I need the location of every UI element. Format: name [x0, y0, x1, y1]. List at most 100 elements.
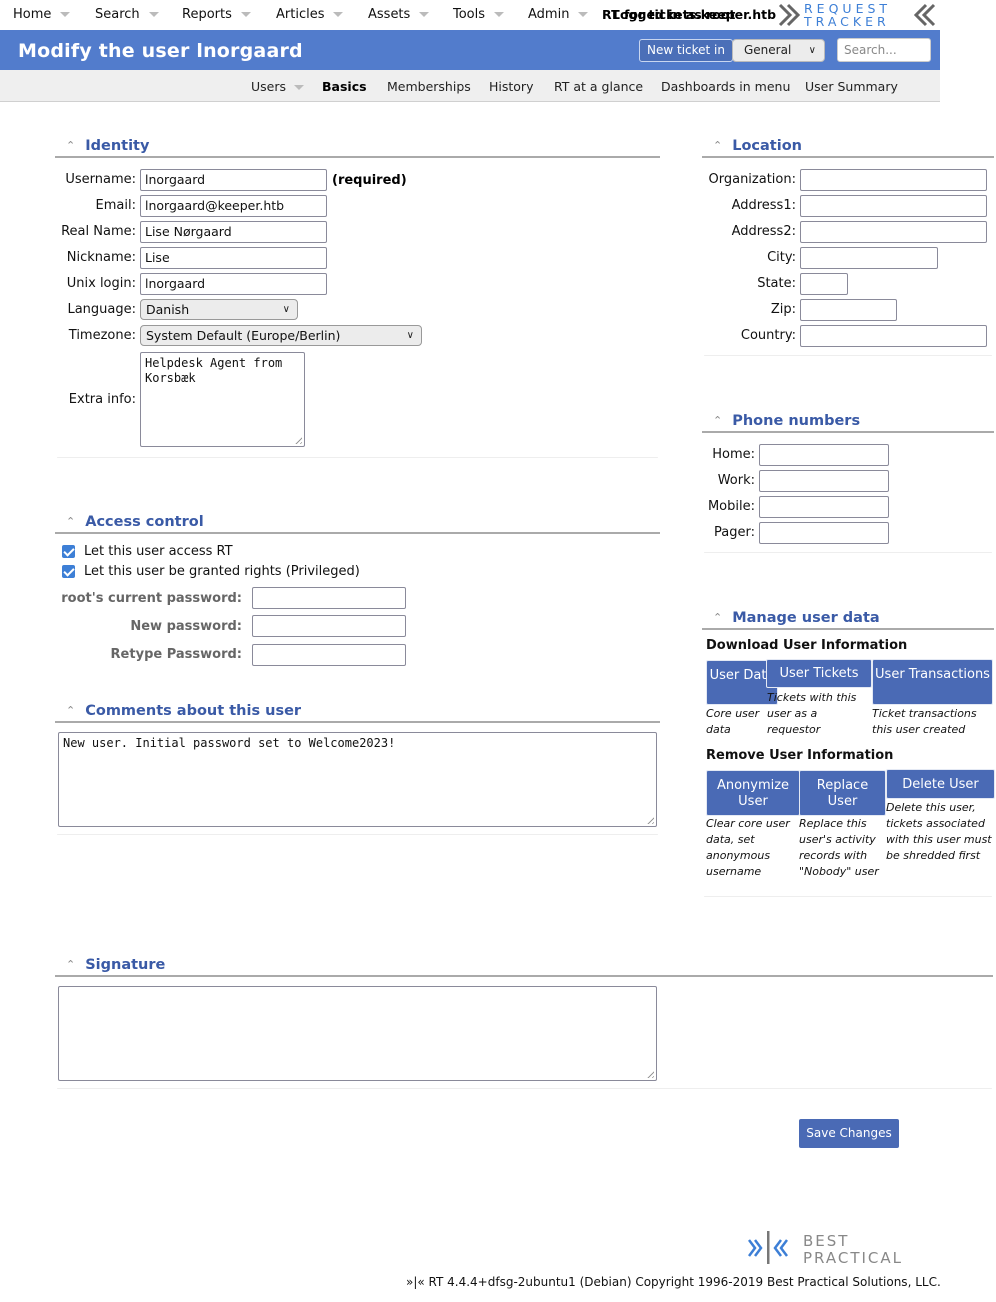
city-field[interactable] [800, 247, 938, 269]
divider [704, 896, 992, 897]
retype-password-label: Retype Password: [110, 647, 242, 662]
user-transactions-button[interactable]: User Transactions [872, 659, 993, 705]
realname-field[interactable]: Lise Nørgaard [140, 221, 327, 243]
section-title-text: Location [732, 138, 802, 154]
collapse-icon[interactable]: ⌃ [66, 515, 75, 528]
menu-tools[interactable]: Tools [453, 7, 505, 22]
username-field[interactable]: lnorgaard [140, 169, 327, 191]
required-note: (required) [332, 173, 407, 188]
resize-grip-icon[interactable] [293, 435, 302, 444]
search-input[interactable]: Search... [837, 38, 931, 62]
menu-admin[interactable]: Admin [528, 7, 589, 22]
tab-rt-at-a-glance[interactable]: RT at a glance [554, 79, 643, 94]
organization-field[interactable] [800, 169, 987, 191]
footer-copyright: »|« RT 4.4.4+dfsg-2ubuntu1 (Debian) Copy… [406, 1275, 941, 1289]
new-ticket-button[interactable]: New ticket in [639, 39, 733, 62]
section-title-text: Signature [85, 957, 166, 973]
collapse-icon[interactable]: ⌃ [713, 611, 722, 624]
resize-grip-icon[interactable] [645, 815, 654, 824]
divider [702, 156, 994, 158]
menu-label: Home [13, 7, 52, 22]
identity-section-title[interactable]: ⌃ Identity [66, 138, 149, 154]
address2-field[interactable] [800, 221, 987, 243]
tab-basics[interactable]: Basics [322, 79, 367, 94]
chevron-down-icon: ∨ [282, 304, 290, 315]
pager-field[interactable] [759, 522, 889, 544]
menu-reports[interactable]: Reports [182, 7, 251, 22]
logged-in-as[interactable]: Logged in as root [612, 7, 735, 22]
mobile-phone-field[interactable] [759, 496, 889, 518]
comments-textarea[interactable]: New user. Initial password set to Welcom… [58, 732, 657, 827]
tab-history[interactable]: History [489, 79, 533, 94]
username-label: Username: [65, 172, 136, 187]
replace-user-button[interactable]: Replace User [799, 770, 886, 816]
location-section-title[interactable]: ⌃ Location [713, 138, 802, 154]
unixlogin-field[interactable]: lnorgaard [140, 273, 327, 295]
comments-section-title[interactable]: ⌃ Comments about this user [66, 703, 301, 719]
privileged-checkbox[interactable] [62, 565, 75, 578]
collapse-icon[interactable]: ⌃ [713, 139, 722, 152]
request-tracker-logo[interactable]: REQUEST TRACKER [778, 1, 938, 29]
tab-users[interactable]: Users [251, 79, 305, 94]
unixlogin-label: Unix login: [66, 276, 136, 291]
collapse-icon[interactable]: ⌃ [713, 414, 722, 427]
access-rt-checkbox[interactable] [62, 545, 75, 558]
state-field[interactable] [800, 273, 848, 295]
tab-label: Users [251, 79, 287, 94]
remove-heading: Remove User Information [706, 748, 894, 763]
phones-section-title[interactable]: ⌃ Phone numbers [713, 413, 860, 429]
collapse-icon[interactable]: ⌃ [66, 704, 75, 717]
bp-logo-line2: PRACTICAL [803, 1249, 903, 1266]
menu-articles[interactable]: Articles [276, 7, 344, 22]
collapse-icon[interactable]: ⌃ [66, 139, 75, 152]
country-field[interactable] [800, 325, 987, 347]
caret-down-icon [240, 12, 251, 17]
access-section-title[interactable]: ⌃ Access control [66, 514, 204, 530]
retype-password-field[interactable] [252, 644, 406, 666]
extrainfo-textarea[interactable]: Helpdesk Agent from Korsbæk [140, 352, 305, 447]
privileged-label: Let this user be granted rights (Privile… [84, 564, 360, 579]
menu-label: Articles [276, 7, 325, 22]
new-password-field[interactable] [252, 615, 406, 637]
comments-value: New user. Initial password set to Welcom… [63, 736, 396, 750]
menu-search[interactable]: Search [95, 7, 159, 22]
user-tickets-button[interactable]: User Tickets [766, 659, 872, 688]
menu-assets[interactable]: Assets [368, 7, 430, 22]
access-rt-label: Let this user access RT [84, 544, 233, 559]
timezone-value: System Default (Europe/Berlin) [146, 328, 341, 343]
address1-label: Address1: [731, 198, 796, 213]
timezone-select[interactable]: System Default (Europe/Berlin) ∨ [140, 325, 422, 346]
best-practical-logo[interactable]: BEST PRACTICAL [745, 1230, 930, 1266]
anonymize-user-button[interactable]: Anonymize User [706, 770, 800, 816]
email-field[interactable]: lnorgaard@keeper.htb [140, 195, 327, 217]
current-password-label: root's current password: [61, 591, 242, 606]
address1-field[interactable] [800, 195, 987, 217]
save-changes-button[interactable]: Save Changes [799, 1119, 899, 1148]
menu-home[interactable]: Home [13, 7, 71, 22]
nickname-field[interactable]: Lise [140, 247, 327, 269]
delete-user-button[interactable]: Delete User [886, 769, 995, 799]
page-header: Modify the user lnorgaard New ticket in … [0, 30, 940, 70]
menu-label: Search [95, 7, 140, 22]
home-phone-field[interactable] [759, 444, 889, 466]
signature-textarea[interactable] [58, 986, 657, 1081]
divider [55, 721, 660, 723]
current-password-field[interactable] [252, 587, 406, 609]
tab-memberships[interactable]: Memberships [387, 79, 471, 94]
section-title-text: Identity [85, 138, 150, 154]
zip-field[interactable] [800, 299, 897, 321]
signature-section-title[interactable]: ⌃ Signature [66, 957, 165, 973]
section-title-text: Comments about this user [85, 703, 302, 719]
collapse-icon[interactable]: ⌃ [66, 958, 75, 971]
menu-label: Reports [182, 7, 232, 22]
caret-down-icon [60, 12, 71, 17]
queue-select[interactable]: General ∨ [732, 39, 825, 62]
divider [55, 156, 660, 158]
manage-section-title[interactable]: ⌃ Manage user data [713, 610, 880, 626]
tab-user-summary[interactable]: User Summary [805, 79, 898, 94]
resize-grip-icon[interactable] [645, 1069, 654, 1078]
tab-dashboards-in-menu[interactable]: Dashboards in menu [661, 79, 790, 94]
work-phone-field[interactable] [759, 470, 889, 492]
logo-line2: TRACKER [803, 14, 890, 29]
language-select[interactable]: Danish ∨ [140, 299, 298, 320]
